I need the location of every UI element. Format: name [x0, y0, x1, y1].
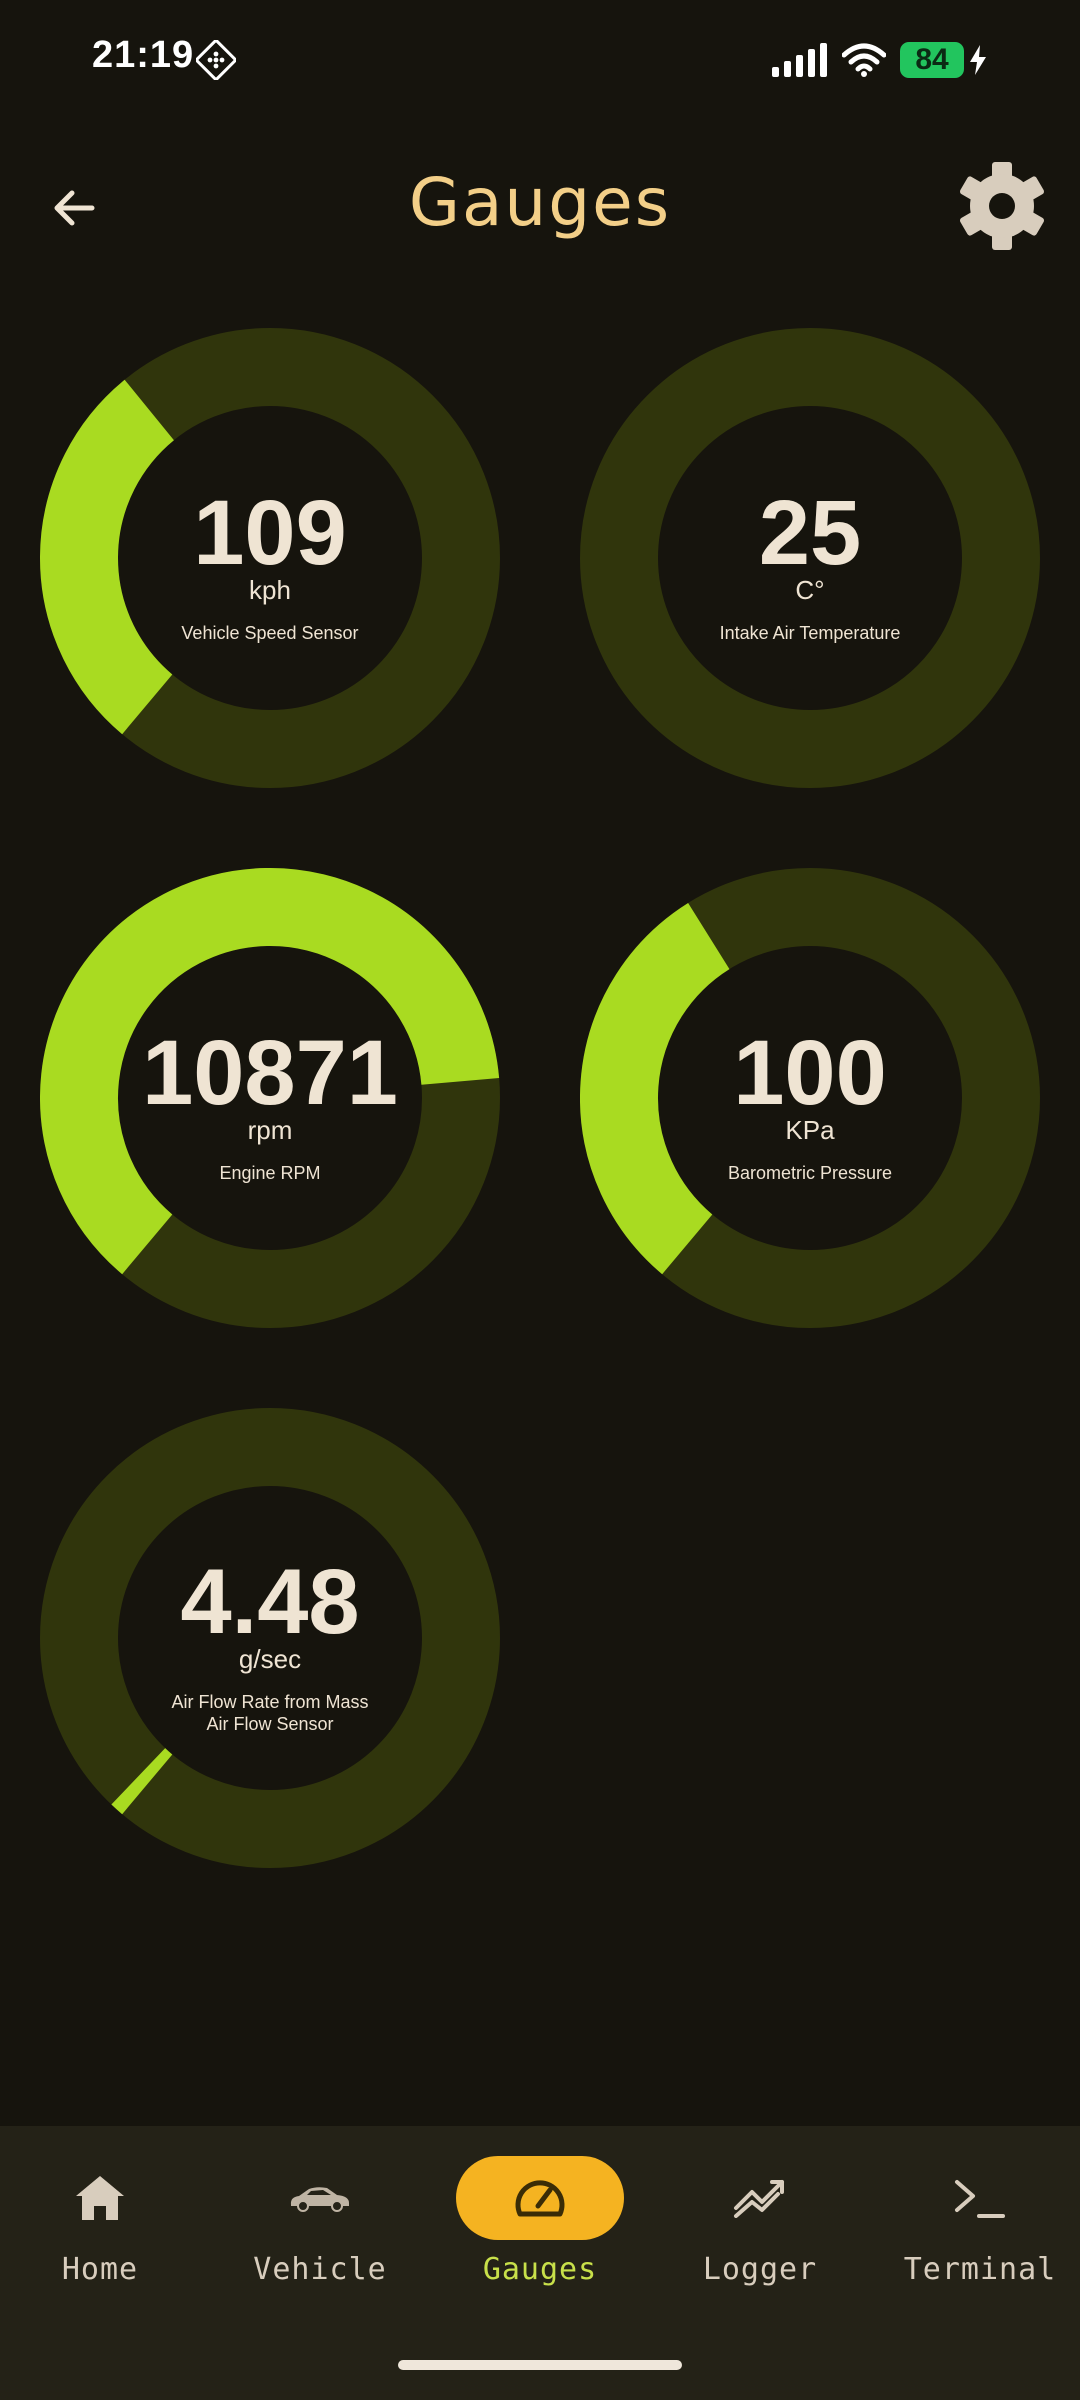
gauge-unit: KPa — [785, 1115, 835, 1145]
nav-icon-container — [676, 2156, 844, 2240]
gauge-value: 100 — [733, 1022, 887, 1124]
terminal-icon — [955, 2180, 1005, 2218]
gauge-label: Engine RPM — [219, 1163, 321, 1183]
gauge-barometric-pressure: 100 KPa Barometric Pressure — [580, 868, 1040, 1328]
nav-icon-container — [896, 2156, 1064, 2240]
bottom-navigation: Home Vehicle Gauges Logger Terminal — [0, 2126, 1080, 2400]
car-icon — [290, 2187, 349, 2212]
gauge-label: Barometric Pressure — [727, 1163, 893, 1183]
speedometer-icon — [515, 2180, 565, 2217]
home-indicator[interactable] — [398, 2360, 682, 2370]
nav-icon-container — [236, 2156, 404, 2240]
page-title: Gauges — [408, 164, 672, 241]
nav-label: Home — [61, 2252, 139, 2287]
gauge-mass-air-flow: 4.48 g/sec Air Flow Rate from Mass Air F… — [40, 1408, 500, 1868]
gauge-unit: C° — [795, 575, 825, 605]
gauge-unit: kph — [249, 575, 291, 605]
gauge-unit: rpm — [247, 1115, 293, 1145]
gauge-label: Intake Air Temperature — [719, 623, 901, 643]
gauge-value: 25 — [758, 482, 862, 584]
chart-line-icon — [734, 2180, 784, 2218]
nav-item-vehicle[interactable]: Vehicle — [220, 2156, 420, 2316]
gauge-label: Vehicle Speed Sensor — [181, 623, 359, 643]
nav-label: Gauges — [482, 2252, 598, 2287]
battery-level: 84 — [900, 42, 964, 78]
nav-item-logger[interactable]: Logger — [660, 2156, 860, 2316]
gauge-unit: g/sec — [238, 1644, 302, 1674]
status-bar: 21:19 84 — [0, 0, 1080, 120]
signal-icon — [772, 43, 827, 77]
status-icons: 84 — [772, 40, 988, 80]
gauge-vehicle-speed: 109 kph Vehicle Speed Sensor — [40, 328, 500, 788]
gauge-value: 4.48 — [180, 1551, 360, 1653]
nav-icon-container-active — [456, 2156, 624, 2240]
home-icon — [76, 2176, 124, 2220]
app-grid-icon — [196, 40, 236, 80]
wifi-icon — [842, 43, 886, 77]
nav-icon-container — [16, 2156, 184, 2240]
nav-item-gauges[interactable]: Gauges — [440, 2156, 640, 2316]
gauge-engine-rpm: 10871 rpm Engine RPM — [40, 868, 500, 1328]
gauge-label: Air Flow Rate from Mass Air Flow Sensor — [171, 1692, 369, 1734]
nav-label: Logger — [702, 2252, 818, 2287]
header: Gauges — [0, 150, 1080, 260]
nav-label: Vehicle — [253, 2252, 387, 2287]
nav-item-home[interactable]: Home — [0, 2156, 200, 2316]
charging-bolt-icon — [970, 45, 986, 75]
gauge-intake-air-temperature: 25 C° Intake Air Temperature — [580, 328, 1040, 788]
gauge-value: 10871 — [142, 1022, 398, 1124]
nav-item-terminal[interactable]: Terminal — [880, 2156, 1080, 2316]
nav-label: Terminal — [903, 2252, 1057, 2287]
gear-icon[interactable] — [954, 158, 1050, 254]
status-time: 21:19 — [92, 34, 195, 76]
gauge-value: 109 — [193, 482, 347, 584]
battery-indicator: 84 — [900, 42, 988, 78]
